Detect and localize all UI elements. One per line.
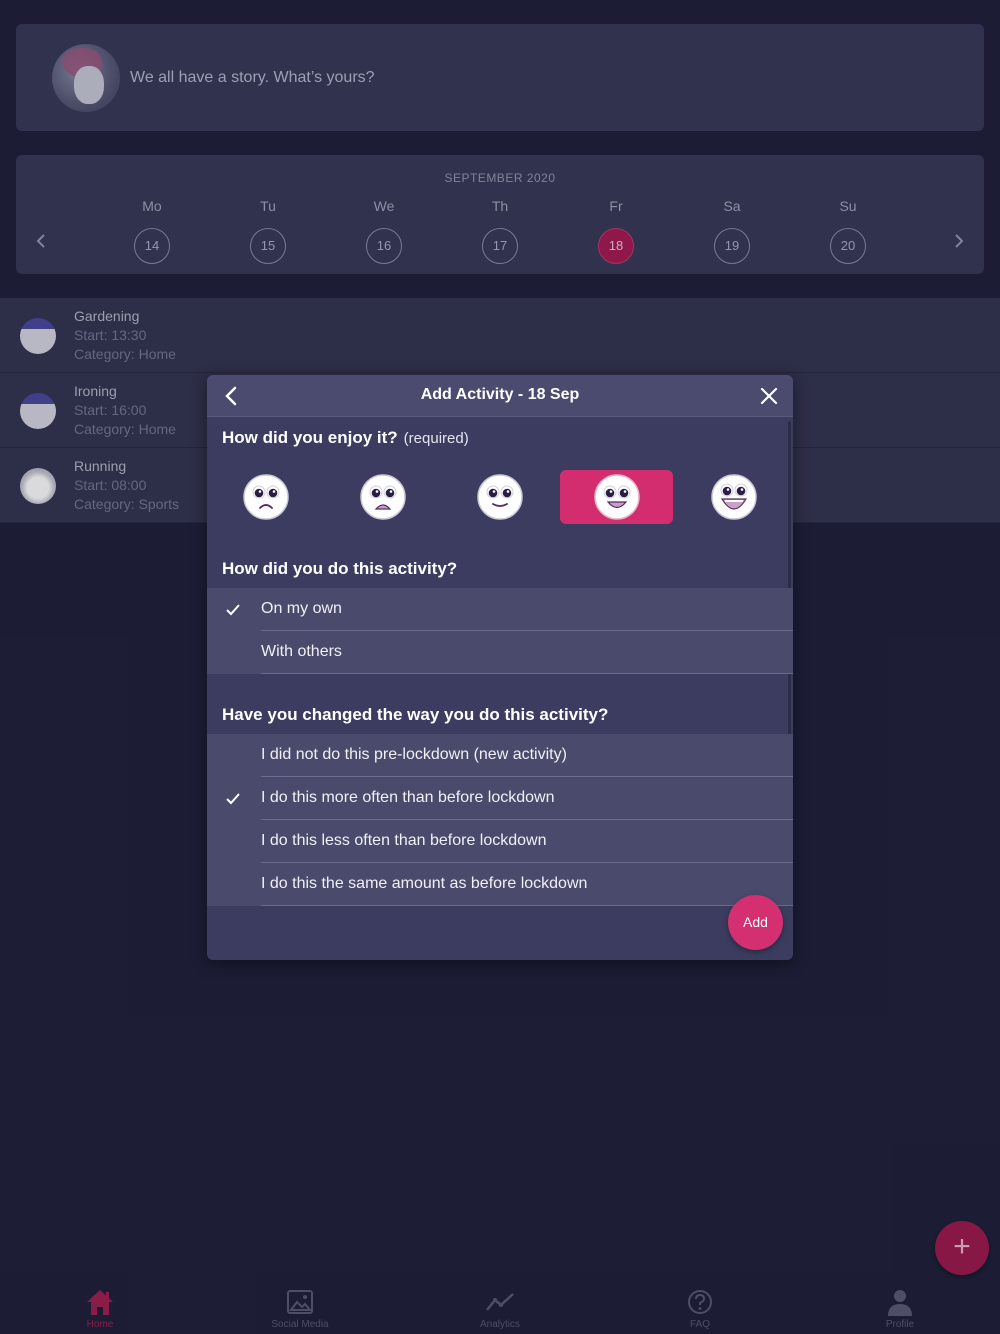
rating-option-5[interactable]: [677, 470, 790, 524]
option-same-amount[interactable]: I do this the same amount as before lock…: [207, 863, 793, 906]
option-label: I do this less often than before lockdow…: [261, 832, 547, 849]
rating-option-4-selected[interactable]: [560, 470, 673, 524]
option-with-others[interactable]: With others: [207, 631, 793, 674]
change-question: Have you changed the way you do this act…: [222, 705, 609, 724]
add-activity-dialog: Add Activity - 18 Sep How did you enjoy …: [207, 375, 793, 960]
rating-option-2[interactable]: [326, 470, 439, 524]
how-question: How did you do this activity?: [222, 559, 458, 578]
rating-option-1[interactable]: [209, 470, 322, 524]
option-label: I did not do this pre-lockdown (new acti…: [261, 746, 567, 763]
dialog-title: Add Activity - 18 Sep: [420, 386, 580, 403]
option-on-my-own[interactable]: On my own: [207, 588, 793, 631]
add-button[interactable]: Add: [728, 895, 783, 950]
how-options: On my own With others: [207, 588, 793, 674]
enjoyment-question-text: How did you enjoy it?: [222, 428, 398, 447]
option-new-activity[interactable]: I did not do this pre-lockdown (new acti…: [207, 734, 793, 777]
required-label: (required): [403, 430, 469, 447]
option-divider: [261, 905, 793, 906]
enjoyment-rating: [207, 470, 793, 524]
rating-option-3[interactable]: [443, 470, 556, 524]
option-label: With others: [261, 643, 342, 660]
option-label: On my own: [261, 600, 342, 617]
option-more-often[interactable]: I do this more often than before lockdow…: [207, 777, 793, 820]
change-options: I did not do this pre-lockdown (new acti…: [207, 734, 793, 906]
neutral-face-icon: [476, 474, 523, 520]
checkmark-icon: [225, 602, 241, 618]
happy-face-icon: [593, 474, 640, 520]
sad-face-icon: [359, 474, 406, 520]
very-sad-face-icon: [242, 474, 289, 520]
option-less-often[interactable]: I do this less often than before lockdow…: [207, 820, 793, 863]
enjoyment-question: How did you enjoy it? (required): [222, 428, 469, 448]
close-icon[interactable]: [759, 386, 779, 406]
option-label: I do this more often than before lockdow…: [261, 789, 555, 806]
dialog-header: Add Activity - 18 Sep: [207, 375, 793, 417]
checkmark-icon: [225, 791, 241, 807]
very-happy-face-icon: [710, 474, 757, 520]
option-label: I do this the same amount as before lock…: [261, 875, 588, 892]
option-divider: [261, 673, 793, 674]
